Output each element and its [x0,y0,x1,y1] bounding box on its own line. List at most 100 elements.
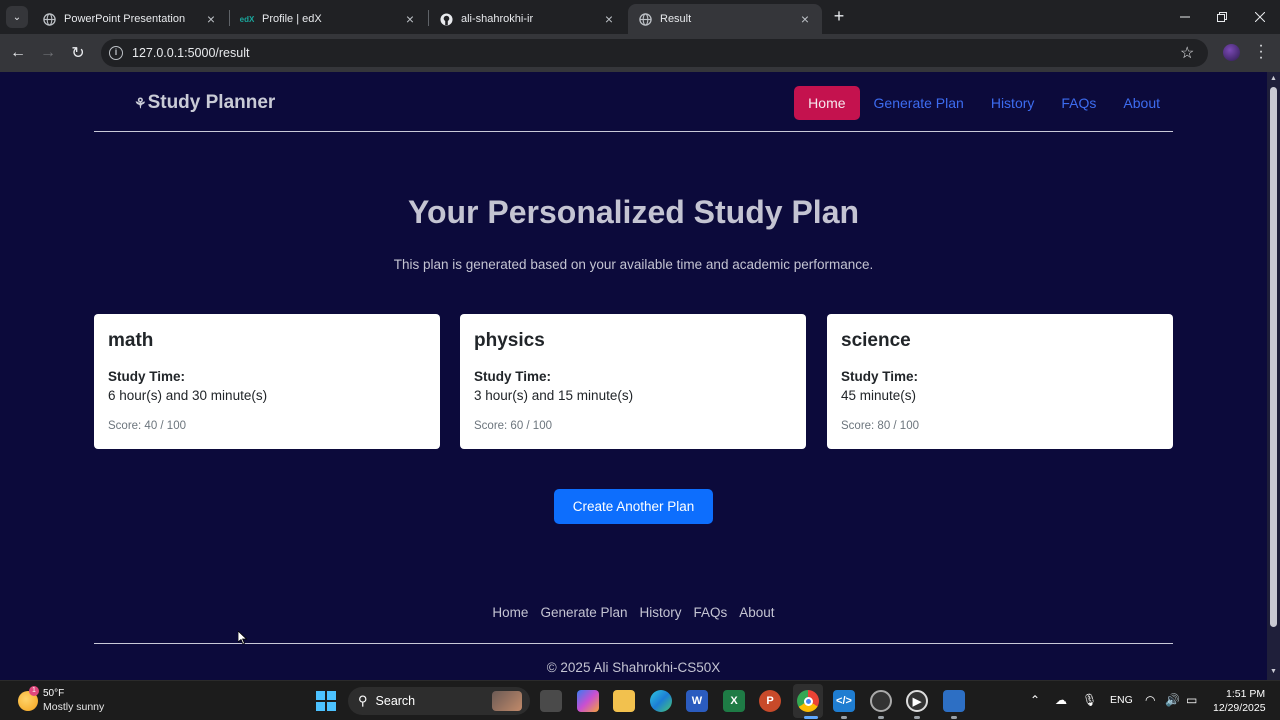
close-icon[interactable]: × [798,11,812,27]
close-icon [1255,12,1265,22]
restore-button[interactable] [1212,8,1232,26]
page-subtitle: This plan is generated based on your ava… [393,257,874,272]
search-icon: ⚲ [358,693,368,708]
tab-powerpoint[interactable]: PowerPoint Presentation × [32,4,228,34]
reload-button[interactable]: ↻ [68,43,88,63]
back-button[interactable]: ← [8,43,28,63]
subject-card-physics: physics Study Time: 3 hour(s) and 15 min… [460,314,806,449]
taskbar-search[interactable]: ⚲ Search [348,687,530,715]
address-url[interactable]: 127.0.0.1:5000/result [132,46,249,60]
card-score: Score: 60 / 100 [474,420,552,432]
card-study-time-label: Study Time: [474,369,552,384]
language-indicator[interactable]: ENG [1110,694,1133,706]
edge-icon[interactable] [650,690,672,712]
scroll-down-arrow-icon[interactable]: ▼ [1270,668,1277,675]
address-bar[interactable]: i 127.0.0.1:5000/result [101,39,1208,67]
subject-card-math: math Study Time: 6 hour(s) and 30 minute… [94,314,440,449]
microphone-icon[interactable]: 🎙 [1082,693,1097,707]
weather-condition: Mostly sunny [43,701,105,713]
footer-link-about[interactable]: About [739,605,774,620]
card-study-time-label: Study Time: [108,369,186,384]
media-running-indicator [914,716,920,719]
file-explorer-icon[interactable] [613,690,635,712]
nav-history[interactable]: History [978,87,1048,119]
footer-link-home[interactable]: Home [492,605,528,620]
footer-link-history[interactable]: History [640,605,682,620]
close-icon[interactable]: × [602,11,616,27]
restore-icon [1217,12,1227,22]
weather-temperature: 50°F [43,688,65,699]
clock-date[interactable]: 12/29/2025 [1213,702,1266,714]
site-header: ⚘ Study Planner Home Generate Plan Histo… [94,72,1173,132]
nav-faqs[interactable]: FAQs [1048,87,1109,119]
reload-icon: ↻ [71,45,85,62]
task-view-icon[interactable] [540,690,562,712]
scroll-up-arrow-icon[interactable]: ▲ [1270,75,1277,82]
card-subject: physics [474,330,545,351]
card-score: Score: 40 / 100 [108,420,186,432]
footer-link-generate-plan[interactable]: Generate Plan [540,605,627,620]
tab-edx[interactable]: edX Profile | edX × [230,4,427,34]
media-player-icon[interactable]: ▶ [906,690,928,712]
info-icon[interactable]: i [109,46,123,60]
cloud-icon[interactable]: ☁ [1055,693,1067,707]
github-running-indicator [878,716,884,719]
volume-icon[interactable]: 🔊 [1165,693,1180,707]
tab-search-button[interactable]: ⌄ [6,6,28,28]
footer-link-faqs[interactable]: FAQs [694,605,728,620]
mortarboard-icon: ⚘ [134,94,147,111]
battery-icon[interactable]: ▭ [1186,693,1197,707]
github-icon [439,12,453,26]
page-title: Your Personalized Study Plan [407,194,860,230]
clock-time[interactable]: 1:51 PM [1226,688,1265,700]
copyright: © 2025 Ali Shahrokhi-CS50X [546,660,721,675]
nav-home[interactable]: Home [794,86,860,120]
chrome-running-indicator [804,716,818,719]
new-tab-button[interactable]: + [830,7,848,25]
card-study-time: 45 minute(s) [841,388,917,403]
nav-about[interactable]: About [1110,87,1173,119]
menu-kebab-icon[interactable]: · · · [1256,38,1266,66]
vscode-icon[interactable]: </> [833,690,855,712]
globe-icon [638,12,652,26]
card-subject: science [841,330,911,351]
forward-button[interactable]: → [38,43,58,63]
github-desktop-icon[interactable] [870,690,892,712]
tab-label: Profile | edX [262,13,322,25]
minimize-button[interactable] [1175,8,1195,26]
wifi-icon[interactable]: ◠ [1145,693,1155,707]
scroll-thumb[interactable] [1270,87,1277,627]
create-another-plan-button[interactable]: Create Another Plan [554,489,713,524]
subject-card-science: science Study Time: 45 minute(s) Score: … [827,314,1173,449]
notepad-icon[interactable] [943,690,965,712]
mouse-cursor-icon [238,631,248,645]
close-icon[interactable]: × [204,11,218,27]
chevron-down-icon: ⌄ [12,11,22,23]
site-brand[interactable]: ⚘ Study Planner [134,92,275,114]
tab-github[interactable]: ali-shahrokhi-ir × [429,4,626,34]
arrow-right-icon: → [40,44,56,61]
profile-avatar[interactable] [1223,44,1240,61]
card-subject: math [108,330,154,351]
chrome-icon[interactable] [797,690,819,712]
close-icon[interactable]: × [403,11,417,27]
edx-icon: edX [239,14,255,24]
tab-label: Result [660,13,692,25]
globe-icon [42,12,56,26]
card-study-time-label: Study Time: [841,369,919,384]
word-icon[interactable]: W [686,690,708,712]
copilot-icon[interactable] [577,690,599,712]
tab-result[interactable]: Result × [628,4,822,34]
chevron-up-icon[interactable]: ⌃ [1030,693,1040,707]
main-nav: Home Generate Plan History FAQs About [793,86,1173,120]
notification-badge: 1 [29,686,39,696]
windows-taskbar: 1 50°F Mostly sunny ⚲ Search W X P </> ▶… [0,680,1280,720]
brand-label: Study Planner [147,92,276,113]
window-close-button[interactable] [1250,8,1270,26]
page-scrollbar[interactable]: ▲ ▼ [1267,72,1280,680]
windows-start-icon[interactable] [316,691,336,711]
nav-generate-plan[interactable]: Generate Plan [861,87,977,119]
bookmark-star-icon[interactable]: ☆ [1180,43,1194,63]
excel-icon[interactable]: X [723,690,745,712]
powerpoint-icon[interactable]: P [759,690,781,712]
